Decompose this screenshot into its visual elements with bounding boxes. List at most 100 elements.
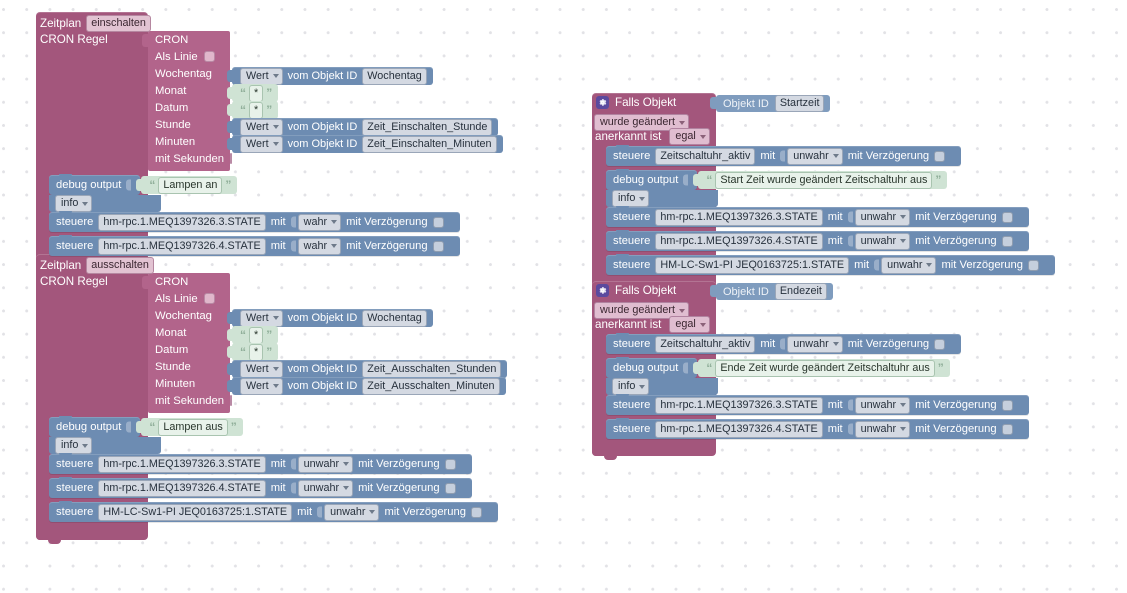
control-target-field[interactable]: hm-rpc.1.MEQ1397326.3.STATE: [98, 455, 266, 473]
value-select-dropdown[interactable]: Wert: [240, 67, 283, 85]
control-block[interactable]: steuere hm-rpc.1.MEQ1397326.3.STATE mit wah…: [49, 211, 460, 232]
ack-dropdown[interactable]: egal: [669, 316, 710, 333]
value-block-wochentag[interactable]: Wert vom Objekt ID Wochentag: [227, 67, 433, 85]
control-value-dropdown[interactable]: unwahr: [297, 479, 354, 497]
value-select-dropdown[interactable]: Wert: [240, 360, 283, 378]
value-select-dropdown[interactable]: Wert: [240, 135, 283, 153]
control-target-field[interactable]: hm-rpc.1.MEQ1397326.3.STATE: [655, 396, 823, 414]
string-block[interactable]: “Lampen aus”: [136, 418, 243, 436]
control-block[interactable]: steuere hm-rpc.1.MEQ1397326.3.STATE mit unw…: [49, 453, 472, 474]
blockly-workspace[interactable]: Zeitplan einschalten CRON Regel CRON Als Lin…: [0, 0, 1127, 593]
control-target-field[interactable]: hm-rpc.1.MEQ1397326.3.STATE: [655, 208, 823, 226]
value-block-minuten[interactable]: Wert vom Objekt ID Zeit_Einschalten_Minute…: [227, 135, 503, 153]
debug-level-row[interactable]: info: [606, 190, 719, 207]
debug-level-dropdown[interactable]: info: [55, 195, 93, 212]
debug-level-dropdown[interactable]: info: [612, 190, 650, 207]
control-block[interactable]: steuere hm-rpc.1.MEQ1397326.3.STATE mit unw…: [606, 394, 1029, 415]
debug-level-row[interactable]: info: [49, 195, 162, 212]
mit-sekunden-row[interactable]: mit Sekunden: [148, 150, 233, 167]
wildcard-field[interactable]: *: [249, 326, 264, 344]
control-block[interactable]: steuere hm-rpc.1.MEQ1397326.4.STATE mit wah…: [49, 235, 460, 256]
string-value-field[interactable]: Lampen an: [158, 176, 223, 194]
control-block[interactable]: steuere Zeitschaltuhr_aktiv mit unwahr mit V…: [606, 145, 962, 166]
control-target-field[interactable]: hm-rpc.1.MEQ1397326.4.STATE: [655, 232, 823, 250]
control-value-dropdown[interactable]: wahr: [297, 213, 342, 231]
control-value-dropdown[interactable]: unwahr: [854, 396, 911, 414]
control-target-field[interactable]: hm-rpc.1.MEQ1397326.3.STATE: [98, 213, 266, 231]
objekt-id-block[interactable]: Objekt ID Endezeit: [716, 283, 833, 300]
control-target-field[interactable]: hm-rpc.1.MEQ1397326.4.STATE: [98, 479, 266, 497]
object-id-field[interactable]: Zeit_Ausschalten_Minuten: [362, 377, 500, 395]
value-block-stunde[interactable]: Wert vom Objekt ID Zeit_Ausschalten_Stunde…: [226, 360, 508, 378]
delay-toggle[interactable]: [934, 338, 946, 350]
string-block[interactable]: “Lampen an”: [136, 176, 238, 194]
delay-toggle[interactable]: [444, 458, 456, 470]
control-value-dropdown[interactable]: unwahr: [854, 232, 911, 250]
string-value-field[interactable]: Start Zeit wurde geändert Zeitschaltuhr …: [715, 171, 933, 189]
ack-dropdown[interactable]: egal: [669, 128, 710, 145]
object-id-field[interactable]: Zeit_Ausschalten_Stunden: [362, 360, 502, 378]
wildcard-field[interactable]: *: [249, 343, 264, 361]
als-linie-toggle[interactable]: [203, 293, 215, 304]
gear-icon[interactable]: [596, 284, 609, 297]
delay-toggle[interactable]: [1001, 399, 1013, 411]
als-linie-toggle[interactable]: [203, 51, 215, 62]
debug-level-dropdown[interactable]: info: [55, 437, 93, 454]
string-value-field[interactable]: Ende Zeit wurde geändert Zeitschaltuhr a…: [715, 359, 935, 377]
value-block-wochentag[interactable]: Wert vom Objekt ID Wochentag: [227, 309, 433, 327]
delay-toggle[interactable]: [1001, 423, 1013, 435]
control-block[interactable]: steuere HM-LC-Sw1-PI JEQ0163725:1.STATE mi…: [606, 254, 1055, 275]
control-target-field[interactable]: HM-LC-Sw1-PI JEQ0163725:1.STATE: [655, 256, 850, 274]
delay-toggle[interactable]: [1001, 235, 1013, 247]
control-block[interactable]: steuere hm-rpc.1.MEQ1397326.3.STATE mit unw…: [606, 206, 1029, 227]
mit-sekunden-row[interactable]: mit Sekunden: [148, 392, 233, 409]
control-value-dropdown[interactable]: unwahr: [787, 147, 843, 165]
string-block-monat[interactable]: “*”: [227, 84, 278, 102]
object-id-field[interactable]: Zeit_Einschalten_Minuten: [362, 135, 497, 153]
string-value-field[interactable]: Lampen aus: [158, 418, 228, 436]
objekt-id-field[interactable]: Endezeit: [774, 283, 827, 300]
delay-toggle[interactable]: [444, 482, 456, 494]
zeitplan-mode-field[interactable]: ausschalten: [86, 257, 154, 274]
delay-toggle[interactable]: [934, 150, 946, 162]
objekt-id-field[interactable]: Startzeit: [774, 95, 825, 112]
debug-level-dropdown[interactable]: info: [612, 378, 650, 395]
value-block-stunde[interactable]: Wert vom Objekt ID Zeit_Einschalten_Stunde: [226, 118, 499, 136]
debug-output-block[interactable]: debug output: [49, 174, 141, 195]
cron-panel-zeitplan-ausschalten[interactable]: CRON Als Linie Wochentag Monat Datum Stunde Mi…: [148, 273, 233, 413]
control-value-dropdown[interactable]: unwahr: [881, 256, 937, 274]
object-id-field[interactable]: Wochentag: [362, 67, 427, 85]
als-linie-row[interactable]: Als Linie: [148, 290, 230, 307]
control-block[interactable]: steuere Zeitschaltuhr_aktiv mit unwahr mit V…: [606, 333, 962, 354]
control-value-dropdown[interactable]: unwahr: [787, 335, 843, 353]
wildcard-field[interactable]: *: [249, 101, 264, 119]
object-id-field[interactable]: Zeit_Einschalten_Stunde: [362, 118, 493, 136]
als-linie-row[interactable]: Als Linie: [148, 48, 230, 65]
value-select-dropdown[interactable]: Wert: [240, 377, 283, 395]
control-target-field[interactable]: HM-LC-Sw1-PI JEQ0163725:1.STATE: [98, 503, 293, 521]
control-target-field[interactable]: hm-rpc.1.MEQ1397326.4.STATE: [655, 420, 823, 438]
control-block[interactable]: steuere HM-LC-Sw1-PI JEQ0163725:1.STATE mi…: [49, 501, 498, 522]
control-value-dropdown[interactable]: unwahr: [854, 208, 911, 226]
string-block-datum[interactable]: “*”: [227, 343, 278, 361]
control-target-field[interactable]: Zeitschaltuhr_aktiv: [655, 147, 756, 165]
wildcard-field[interactable]: *: [249, 84, 264, 102]
value-select-dropdown[interactable]: Wert: [240, 118, 283, 136]
mit-sekunden-toggle[interactable]: [230, 395, 233, 406]
object-id-field[interactable]: Wochentag: [362, 309, 427, 327]
gear-icon[interactable]: [596, 96, 609, 109]
control-value-dropdown[interactable]: unwahr: [297, 455, 354, 473]
debug-level-row[interactable]: info: [606, 378, 719, 395]
debug-output-block[interactable]: debug output: [49, 416, 141, 437]
delay-toggle[interactable]: [432, 240, 444, 252]
control-value-dropdown[interactable]: unwahr: [324, 503, 380, 521]
value-select-dropdown[interactable]: Wert: [240, 309, 283, 327]
control-target-field[interactable]: Zeitschaltuhr_aktiv: [655, 335, 756, 353]
objekt-id-block[interactable]: Objekt ID Startzeit: [716, 95, 831, 112]
zeitplan-mode-field[interactable]: einschalten: [86, 15, 151, 32]
value-block-minuten[interactable]: Wert vom Objekt ID Zeit_Ausschalten_Minute…: [227, 377, 506, 395]
delay-toggle[interactable]: [1027, 259, 1039, 271]
event-block-zeitplan-einschalten[interactable]: [36, 12, 148, 274]
debug-output-block[interactable]: debug output: [606, 357, 698, 378]
string-block[interactable]: “Start Zeit wurde geändert Zeitschaltuhr…: [693, 171, 948, 189]
